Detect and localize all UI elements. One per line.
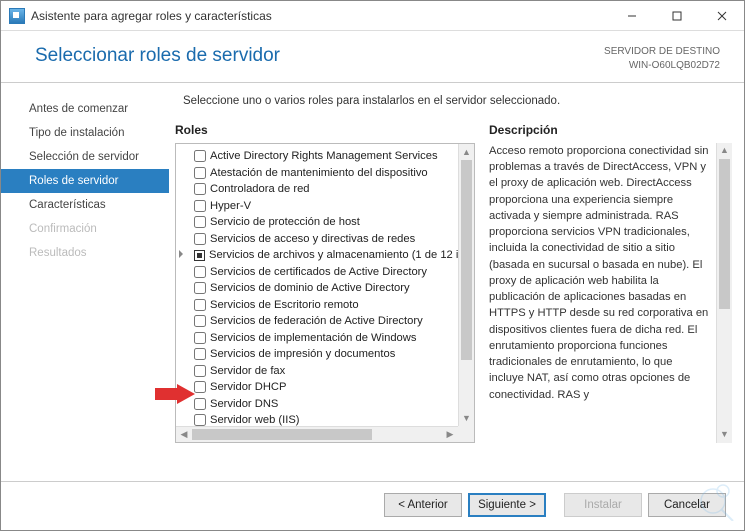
scroll-corner (458, 426, 474, 442)
role-item[interactable]: Servicios de archivos y almacenamiento (… (176, 247, 458, 264)
role-item[interactable]: Servidor de fax (176, 363, 458, 380)
next-button[interactable]: Siguiente > (468, 493, 546, 517)
role-checkbox[interactable] (194, 233, 206, 245)
window-titlebar: Asistente para agregar roles y caracterí… (1, 1, 744, 31)
role-checkbox[interactable] (194, 216, 206, 228)
sidebar-item-0[interactable]: Antes de comenzar (1, 97, 169, 121)
dest-name: WIN-O60LQB02D72 (604, 59, 720, 73)
checkbox-partial[interactable] (194, 250, 205, 261)
role-checkbox[interactable] (194, 282, 206, 294)
role-checkbox[interactable] (194, 299, 206, 311)
wizard-main: Seleccione uno o varios roles para insta… (169, 83, 744, 481)
role-checkbox[interactable] (194, 183, 206, 195)
role-label: Servidor DHCP (210, 381, 286, 393)
scroll-right-icon[interactable]: ▶ (442, 427, 458, 442)
role-checkbox[interactable] (194, 365, 206, 377)
role-checkbox[interactable] (194, 200, 206, 212)
scroll-down-icon[interactable]: ▼ (459, 410, 474, 426)
cancel-button[interactable]: Cancelar (648, 493, 726, 517)
close-button[interactable] (699, 1, 744, 31)
role-checkbox[interactable] (194, 167, 206, 179)
role-checkbox[interactable] (194, 266, 206, 278)
scroll-up-icon[interactable]: ▲ (459, 144, 474, 160)
role-checkbox[interactable] (194, 315, 206, 327)
install-button: Instalar (564, 493, 642, 517)
description-scrollbar-vertical[interactable]: ▲ ▼ (716, 143, 732, 443)
destination-server: SERVIDOR DE DESTINO WIN-O60LQB02D72 (604, 45, 720, 72)
role-label: Servidor de fax (210, 365, 285, 377)
role-item[interactable]: Servicios de implementación de Windows (176, 330, 458, 347)
roles-scrollbar-vertical[interactable]: ▲ ▼ (458, 144, 474, 426)
role-item[interactable]: Servidor DNS (176, 396, 458, 413)
scroll-thumb[interactable] (461, 160, 472, 360)
role-label: Servicios de archivos y almacenamiento (… (209, 249, 458, 261)
instruction-text: Seleccione uno o varios roles para insta… (175, 95, 732, 107)
previous-button[interactable]: < Anterior (384, 493, 462, 517)
role-label: Servicios de certificados de Active Dire… (210, 266, 427, 278)
role-item[interactable]: Servidor DHCP (176, 379, 458, 396)
role-item[interactable]: Servicios de federación de Active Direct… (176, 313, 458, 330)
wizard-footer: < Anterior Siguiente > Instalar Cancelar (1, 481, 744, 527)
role-label: Servicio de protección de host (210, 216, 360, 228)
wizard-sidebar: Antes de comenzarTipo de instalaciónSele… (1, 83, 169, 481)
roles-heading: Roles (175, 123, 475, 137)
window-title: Asistente para agregar roles y caracterí… (31, 9, 609, 23)
role-label: Controladora de red (210, 183, 310, 195)
sidebar-item-6: Resultados (1, 241, 169, 265)
role-label: Servidor DNS (210, 398, 278, 410)
sidebar-item-5: Confirmación (1, 217, 169, 241)
role-item[interactable]: Atestación de mantenimiento del disposit… (176, 165, 458, 182)
wizard-header: Seleccionar roles de servidor SERVIDOR D… (1, 31, 744, 83)
role-label: Servicios de dominio de Active Directory (210, 282, 410, 294)
sidebar-item-3[interactable]: Roles de servidor (1, 169, 169, 193)
description-panel: Acceso remoto proporciona conectividad s… (489, 143, 732, 443)
minimize-button[interactable] (609, 1, 654, 31)
role-label: Servicios de implementación de Windows (210, 332, 416, 344)
scroll-thumb[interactable] (719, 159, 730, 309)
role-label: Hyper-V (210, 200, 251, 212)
role-checkbox[interactable] (194, 150, 206, 162)
role-item[interactable]: Active Directory Rights Management Servi… (176, 148, 458, 165)
sidebar-item-1[interactable]: Tipo de instalación (1, 121, 169, 145)
sidebar-item-2[interactable]: Selección de servidor (1, 145, 169, 169)
app-icon (9, 8, 25, 24)
role-item[interactable]: Servicios de certificados de Active Dire… (176, 264, 458, 281)
role-checkbox[interactable] (194, 398, 206, 410)
role-item[interactable]: Servicios de impresión y documentos (176, 346, 458, 363)
role-label: Servicios de acceso y directivas de rede… (210, 233, 415, 245)
role-label: Servicios de impresión y documentos (210, 348, 395, 360)
role-checkbox[interactable] (194, 348, 206, 360)
role-item[interactable]: Servicios de Escritorio remoto (176, 297, 458, 314)
role-checkbox[interactable] (194, 414, 206, 426)
role-label: Atestación de mantenimiento del disposit… (210, 167, 428, 179)
role-item[interactable]: Servicio de protección de host (176, 214, 458, 231)
roles-scrollbar-horizontal[interactable]: ◀ ▶ (176, 426, 458, 442)
maximize-button[interactable] (654, 1, 699, 31)
role-label: Active Directory Rights Management Servi… (210, 150, 438, 162)
role-label: Servicios de Escritorio remoto (210, 299, 359, 311)
role-checkbox[interactable] (194, 332, 206, 344)
role-item[interactable]: Servicios de acceso y directivas de rede… (176, 231, 458, 248)
expand-icon[interactable] (179, 250, 183, 258)
role-item[interactable]: Servicios de dominio de Active Directory (176, 280, 458, 297)
scroll-up-icon[interactable]: ▲ (717, 143, 732, 159)
role-label: Servicios de federación de Active Direct… (210, 315, 423, 327)
role-checkbox[interactable] (194, 381, 206, 393)
description-text: Acceso remoto proporciona conectividad s… (489, 143, 714, 403)
scroll-down-icon[interactable]: ▼ (717, 427, 732, 443)
scroll-left-icon[interactable]: ◀ (176, 427, 192, 442)
description-heading: Descripción (489, 123, 732, 137)
roles-listbox[interactable]: Active Directory Rights Management Servi… (175, 143, 475, 443)
sidebar-item-4[interactable]: Características (1, 193, 169, 217)
role-item[interactable]: Servidor web (IIS) (176, 412, 458, 426)
dest-label: SERVIDOR DE DESTINO (604, 45, 720, 59)
role-item[interactable]: Hyper-V (176, 198, 458, 215)
role-item[interactable]: Controladora de red (176, 181, 458, 198)
scroll-thumb[interactable] (192, 429, 372, 440)
page-title: Seleccionar roles de servidor (35, 45, 604, 67)
role-label: Servidor web (IIS) (210, 414, 300, 426)
